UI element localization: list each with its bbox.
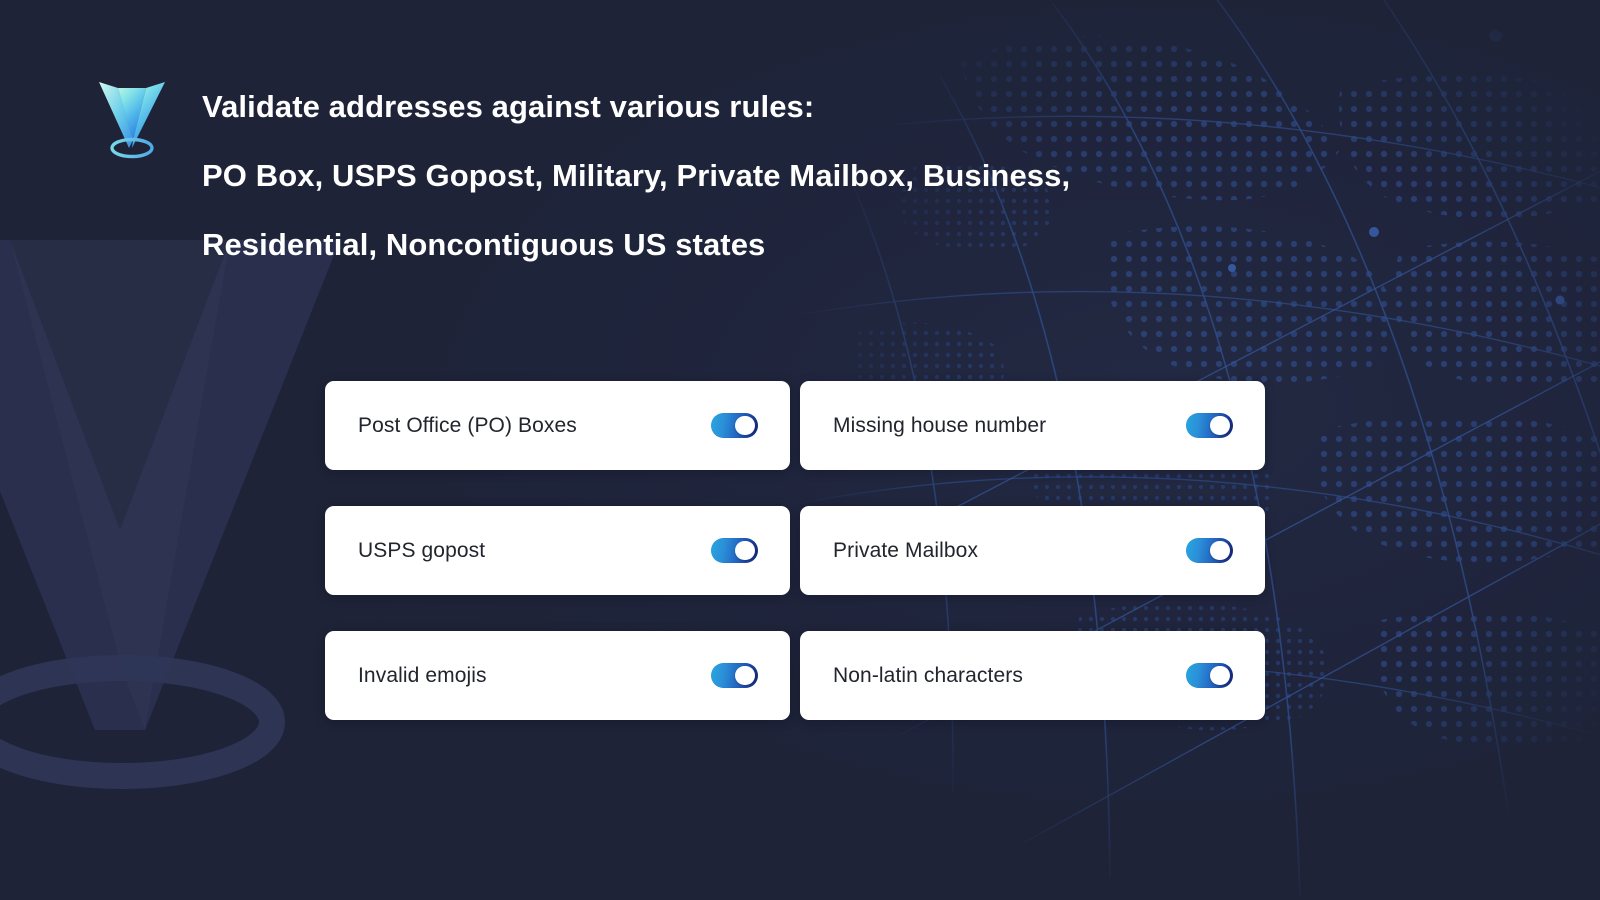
hero-header: Validate addresses against various rules… — [96, 72, 1070, 279]
rule-card-missing-house-no[interactable]: Missing house number — [800, 381, 1265, 470]
rule-card-usps-gopost[interactable]: USPS gopost — [325, 506, 790, 595]
rule-toggle-po-boxes[interactable] — [711, 413, 758, 438]
rule-toggle-invalid-emojis[interactable] — [711, 663, 758, 688]
rule-label: Post Office (PO) Boxes — [358, 413, 577, 437]
toggle-knob — [1210, 415, 1230, 436]
validation-rules-grid: Post Office (PO) Boxes Missing house num… — [325, 381, 1265, 720]
toggle-knob — [735, 665, 755, 686]
toggle-knob — [1210, 665, 1230, 686]
rule-label: Invalid emojis — [358, 663, 487, 687]
rule-label: USPS gopost — [358, 538, 486, 562]
rule-card-po-boxes[interactable]: Post Office (PO) Boxes — [325, 381, 790, 470]
rule-card-private-mailbox[interactable]: Private Mailbox — [800, 506, 1265, 595]
page-content: Validate addresses against various rules… — [0, 0, 1600, 900]
toggle-knob — [1210, 540, 1230, 561]
rule-label: Private Mailbox — [833, 538, 979, 562]
v-pin-location-icon — [99, 82, 165, 159]
toggle-knob — [735, 415, 755, 436]
rule-toggle-missing-house-no[interactable] — [1186, 413, 1233, 438]
toggle-knob — [735, 540, 755, 561]
rule-card-non-latin-chars[interactable]: Non-latin characters — [800, 631, 1265, 720]
page-title: Validate addresses against various rules… — [202, 72, 1070, 279]
rule-card-invalid-emojis[interactable]: Invalid emojis — [325, 631, 790, 720]
rule-toggle-non-latin-chars[interactable] — [1186, 663, 1233, 688]
rule-toggle-private-mailbox[interactable] — [1186, 538, 1233, 563]
rule-label: Missing house number — [833, 413, 1047, 437]
rule-toggle-usps-gopost[interactable] — [711, 538, 758, 563]
rule-label: Non-latin characters — [833, 663, 1023, 687]
headline-line-3: Residential, Noncontiguous US states — [202, 227, 766, 262]
headline-line-1: Validate addresses against various rules… — [202, 89, 815, 124]
headline-line-2: PO Box, USPS Gopost, Military, Private M… — [202, 158, 1071, 193]
